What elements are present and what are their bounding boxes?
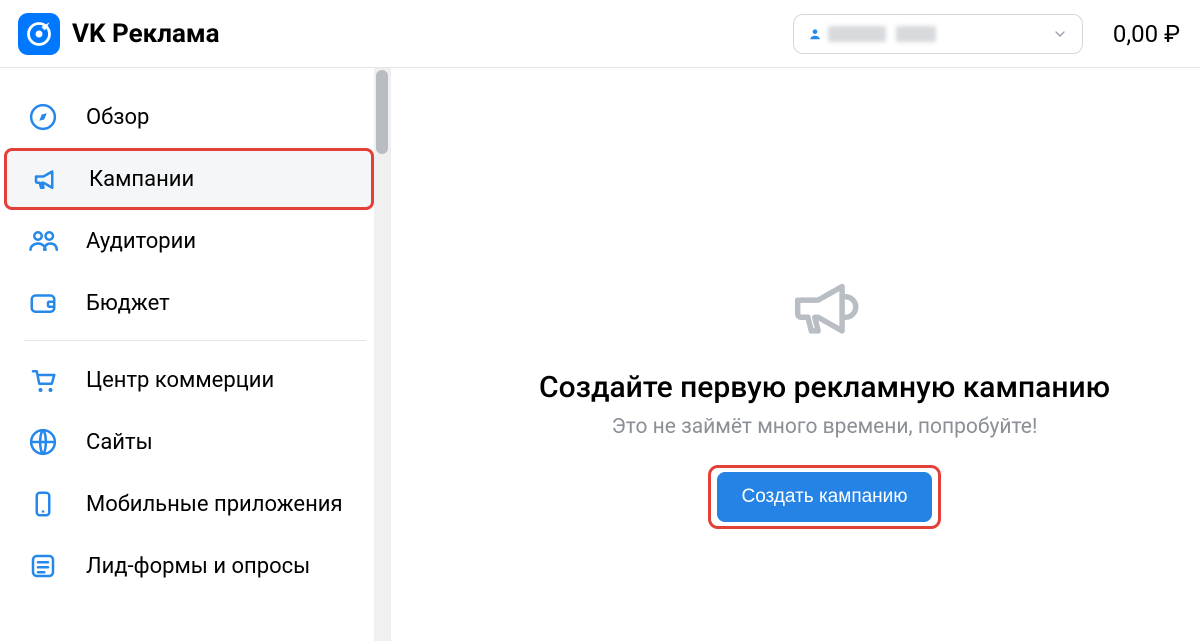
sidebar-item-label: Кампании xyxy=(89,167,194,192)
megaphone-large-icon xyxy=(784,266,866,348)
sidebar-item-lead-forms[interactable]: Лид-формы и опросы xyxy=(0,535,390,597)
compass-icon xyxy=(26,100,60,134)
app-title: VK Реклама xyxy=(72,19,220,49)
empty-subtitle: Это не займёт много времени, попробуйте! xyxy=(612,415,1038,439)
sidebar-item-label: Бюджет xyxy=(86,291,170,316)
main-area: Создайте первую рекламную кампанию Это н… xyxy=(390,68,1200,641)
form-icon xyxy=(26,549,60,583)
sidebar-item-label: Лид-формы и опросы xyxy=(86,554,310,579)
sidebar-item-overview[interactable]: Обзор xyxy=(0,86,390,148)
sidebar-item-label: Обзор xyxy=(86,105,149,130)
sidebar-item-label: Аудитории xyxy=(86,229,196,254)
sidebar-item-commerce[interactable]: Центр коммерции xyxy=(0,349,390,411)
wallet-icon xyxy=(26,286,60,320)
chevron-down-icon xyxy=(1052,26,1068,42)
app-logo[interactable]: VK Реклама xyxy=(18,13,220,55)
app-logo-icon xyxy=(18,13,60,55)
sidebar: Обзор Кампании Аудитории Бюджет Це xyxy=(0,68,390,641)
cart-icon xyxy=(26,363,60,397)
create-campaign-button[interactable]: Создать кампанию xyxy=(717,472,931,522)
sidebar-item-label: Центр коммерции xyxy=(86,368,274,393)
person-icon xyxy=(808,27,822,41)
empty-state: Создайте первую рекламную кампанию Это н… xyxy=(409,266,1200,529)
mobile-icon xyxy=(26,487,60,521)
account-id-redacted xyxy=(896,26,936,42)
sidebar-item-sites[interactable]: Сайты xyxy=(0,411,390,473)
scrollbar-track[interactable] xyxy=(374,68,390,641)
sidebar-item-audiences[interactable]: Аудитории xyxy=(0,210,390,272)
header: VK Реклама 0,00 ₽ xyxy=(0,0,1200,68)
account-selector[interactable] xyxy=(793,14,1083,54)
sidebar-separator xyxy=(24,340,366,341)
scrollbar-thumb[interactable] xyxy=(376,70,388,154)
sidebar-item-label: Сайты xyxy=(86,430,153,455)
create-button-highlight: Создать кампанию xyxy=(708,465,940,529)
megaphone-icon xyxy=(29,162,63,196)
body: Обзор Кампании Аудитории Бюджет Це xyxy=(0,68,1200,641)
sidebar-item-campaigns[interactable]: Кампании xyxy=(4,148,374,210)
empty-title: Создайте первую рекламную кампанию xyxy=(539,370,1110,405)
account-name-redacted xyxy=(828,26,886,42)
globe-icon xyxy=(26,425,60,459)
users-icon xyxy=(26,224,60,258)
sidebar-item-label: Мобильные приложения xyxy=(86,492,343,517)
main-panel: Создайте первую рекламную кампанию Это н… xyxy=(409,86,1200,641)
sidebar-item-budget[interactable]: Бюджет xyxy=(0,272,390,334)
balance[interactable]: 0,00 ₽ xyxy=(1113,20,1180,48)
sidebar-item-mobile-apps[interactable]: Мобильные приложения xyxy=(0,473,390,535)
